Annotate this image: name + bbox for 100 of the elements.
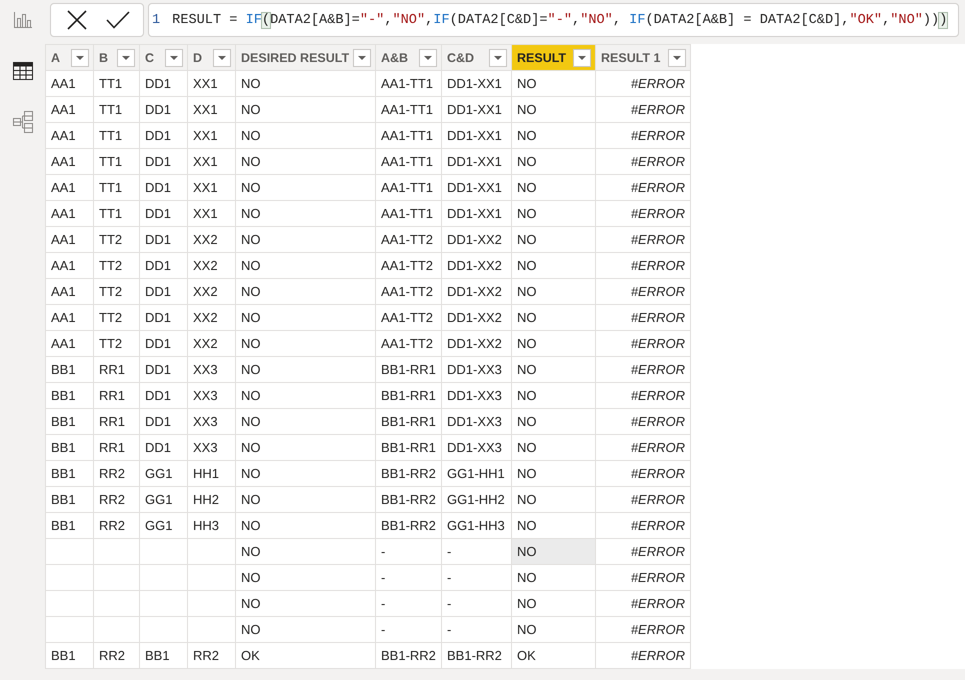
table-cell: NO <box>236 408 376 434</box>
table-cell: NO <box>512 538 596 564</box>
table-cell: DD1 <box>140 70 188 96</box>
table-cell: DD1 <box>140 278 188 304</box>
filter-dropdown-button[interactable] <box>165 48 183 66</box>
table-cell: AA1 <box>46 96 94 122</box>
table-cell: DD1 <box>140 382 188 408</box>
filter-dropdown-button[interactable] <box>489 48 507 66</box>
table-cell: BB1 <box>46 356 94 382</box>
table-cell: BB1-RR2 <box>376 512 442 538</box>
filter-dropdown-button[interactable] <box>117 48 135 66</box>
filter-dropdown-button[interactable] <box>353 48 371 66</box>
table-cell: DD1-XX1 <box>442 96 512 122</box>
table-cell: NO <box>236 460 376 486</box>
table-cell: - <box>442 616 512 642</box>
table-cell: BB1 <box>46 642 94 668</box>
column-header[interactable]: A&B <box>376 44 442 70</box>
checkmark-icon <box>106 11 130 29</box>
table-cell: AA1-TT2 <box>376 278 442 304</box>
filter-dropdown-button[interactable] <box>71 48 89 66</box>
filter-dropdown-button[interactable] <box>419 48 437 66</box>
bar-chart-icon <box>14 12 32 28</box>
table-cell: DD1 <box>140 96 188 122</box>
filter-dropdown-button[interactable] <box>213 48 231 66</box>
table-cell: NO <box>512 486 596 512</box>
table-cell: NO <box>512 408 596 434</box>
table-cell: OK <box>236 642 376 668</box>
table-cell: AA1-TT1 <box>376 200 442 226</box>
formula-field[interactable]: 1 RESULT = IF(DATA2[A&B]="-","NO",IF(DATA2[C&D]="-","NO", IF(DATA2[A&B] = DATA2[C&D],"OK","NO"))) <box>148 3 959 37</box>
filter-dropdown-button[interactable] <box>668 48 686 66</box>
table-cell: #ERROR <box>596 278 690 304</box>
table-cell: DD1-XX2 <box>442 304 512 330</box>
table-cell: #ERROR <box>596 590 690 616</box>
table-cell: NO <box>236 616 376 642</box>
table-cell: #ERROR <box>596 382 690 408</box>
table-cell: DD1-XX1 <box>442 200 512 226</box>
model-icon <box>12 111 32 133</box>
column-header[interactable]: B <box>94 44 140 70</box>
table-cell: BB1 <box>46 460 94 486</box>
table-cell: BB1 <box>46 382 94 408</box>
caret-icon <box>578 56 586 60</box>
table-cell: BB1-RR1 <box>376 356 442 382</box>
table-cell: DD1 <box>140 434 188 460</box>
table-cell: TT2 <box>94 278 140 304</box>
line-number: 1 <box>152 12 160 28</box>
table-cell: NO <box>512 590 596 616</box>
table-cell: AA1-TT1 <box>376 174 442 200</box>
table-cell: XX3 <box>188 382 236 408</box>
table-cell: XX1 <box>188 70 236 96</box>
table-cell: TT2 <box>94 330 140 356</box>
table-cell: RR1 <box>94 434 140 460</box>
table-cell: DD1-XX3 <box>442 434 512 460</box>
table-cell: RR1 <box>94 408 140 434</box>
column-header[interactable]: A <box>46 44 94 70</box>
table-cell: NO <box>512 200 596 226</box>
column-header[interactable]: C <box>140 44 188 70</box>
column-header[interactable]: D <box>188 44 236 70</box>
table-cell: - <box>376 564 442 590</box>
column-header[interactable]: RESULT <box>512 44 596 70</box>
table-cell: NO <box>236 278 376 304</box>
table-cell: TT2 <box>94 304 140 330</box>
table-cell: #ERROR <box>596 226 690 252</box>
column-header[interactable]: RESULT 1 <box>596 44 690 70</box>
table-cell: BB1-RR2 <box>376 486 442 512</box>
table-cell: #ERROR <box>596 330 690 356</box>
table-cell: NO <box>512 564 596 590</box>
table-cell: DD1-XX2 <box>442 330 512 356</box>
caret-icon <box>122 56 130 60</box>
table-cell: NO <box>512 96 596 122</box>
table-cell: #ERROR <box>596 486 690 512</box>
table-cell: #ERROR <box>596 174 690 200</box>
table-cell: - <box>442 590 512 616</box>
table-cell: AA1-TT1 <box>376 96 442 122</box>
column-header[interactable]: DESIRED RESULT <box>236 44 376 70</box>
table-cell: NO <box>512 460 596 486</box>
caret-icon <box>76 56 84 60</box>
table-cell: NO <box>236 512 376 538</box>
table-cell: #ERROR <box>596 616 690 642</box>
table-cell: RR2 <box>94 642 140 668</box>
table-cell: NO <box>236 200 376 226</box>
table-cell: #ERROR <box>596 70 690 96</box>
table-cell: AA1-TT2 <box>376 330 442 356</box>
column-header[interactable]: C&D <box>442 44 512 70</box>
table-cell: XX2 <box>188 252 236 278</box>
table-cell: DD1-XX1 <box>442 70 512 96</box>
table-cell: BB1-RR2 <box>442 642 512 668</box>
caret-icon <box>218 56 226 60</box>
table-cell: BB1-RR1 <box>376 408 442 434</box>
table-cell: NO <box>512 330 596 356</box>
formula-text: RESULT = IF(DATA2[A&B]="-","NO",IF(DATA2[C&D]="-","NO", IF(DATA2[A&B] = DATA2[C&D],"OK","NO"))) <box>172 12 948 28</box>
table-cell: DD1-XX1 <box>442 122 512 148</box>
table-cell: - <box>442 538 512 564</box>
table-cell: AA1 <box>46 148 94 174</box>
caret-icon <box>170 56 178 60</box>
table-cell: NO <box>512 252 596 278</box>
filter-dropdown-button[interactable] <box>573 48 591 66</box>
table-cell: BB1 <box>46 512 94 538</box>
table-cell: DD1-XX2 <box>442 226 512 252</box>
table-cell: NO <box>236 382 376 408</box>
table-cell: NO <box>512 434 596 460</box>
